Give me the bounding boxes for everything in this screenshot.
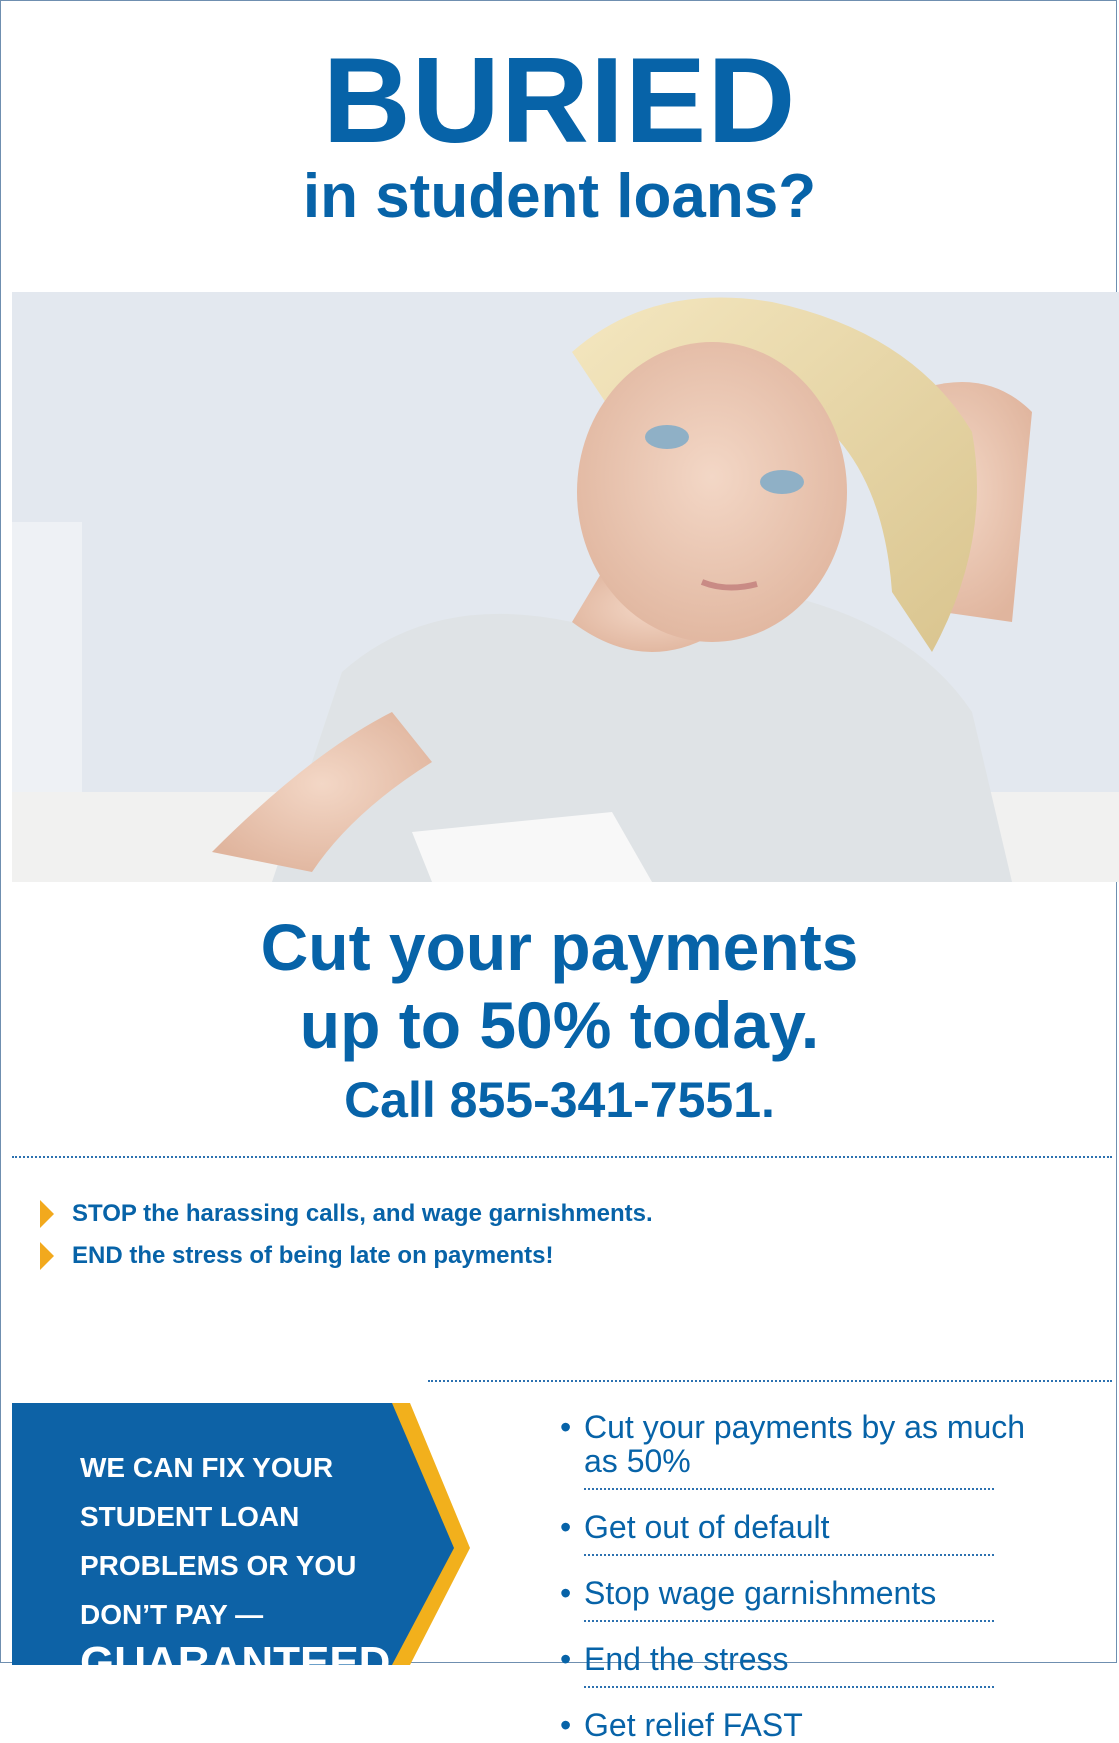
benefit-item: Stop wage garnishments xyxy=(556,1576,1036,1610)
key-points: STOP the harassing calls, and wage garni… xyxy=(40,1193,653,1277)
stressed-woman-photo xyxy=(12,292,1119,882)
benefit-divider xyxy=(584,1488,994,1490)
key-point: END the stress of being late on payments… xyxy=(40,1235,653,1277)
offer-block: Cut your payments up to 50% today. Call … xyxy=(0,908,1119,1132)
offer-line-2: up to 50% today. xyxy=(299,988,820,1062)
arrow-bullet-icon xyxy=(40,1200,54,1228)
benefit-item: Get out of default xyxy=(556,1510,1036,1544)
guarantee-line: DON’T PAY — xyxy=(80,1599,264,1630)
guarantee-line: STUDENT LOAN xyxy=(80,1501,300,1532)
divider-top xyxy=(12,1156,1112,1158)
benefits-list: Cut your payments by as much as 50% Get … xyxy=(556,1410,1036,1742)
guarantee-line: PROBLEMS OR YOU xyxy=(80,1550,357,1581)
guaranteed-label: GUARANTEED. xyxy=(80,1638,403,1687)
guarantee-banner: WE CAN FIX YOUR STUDENT LOAN PROBLEMS OR… xyxy=(12,1403,490,1687)
benefit-divider xyxy=(584,1554,994,1556)
phone-number[interactable]: Call 855-341-7551. xyxy=(0,1068,1119,1132)
divider-middle xyxy=(428,1380,1112,1382)
benefit-item: Cut your payments by as much as 50% xyxy=(556,1410,1036,1478)
benefit-item: Get relief FAST xyxy=(556,1708,1036,1742)
headline-buried: BURIED xyxy=(322,32,797,168)
headline: BURIED in student loans? xyxy=(0,32,1119,232)
benefit-item: End the stress xyxy=(556,1642,1036,1676)
offer-line-1: Cut your payments xyxy=(260,910,859,984)
headline-subtitle: in student loans? xyxy=(302,162,817,231)
benefit-divider xyxy=(584,1686,994,1688)
key-point: STOP the harassing calls, and wage garni… xyxy=(40,1193,653,1235)
arrow-bullet-icon xyxy=(40,1242,54,1270)
guarantee-line: WE CAN FIX YOUR xyxy=(80,1452,334,1483)
key-point-text: STOP the harassing calls, and wage garni… xyxy=(72,1200,653,1227)
key-point-text: END the stress of being late on payments… xyxy=(72,1242,554,1269)
benefit-divider xyxy=(584,1620,994,1622)
